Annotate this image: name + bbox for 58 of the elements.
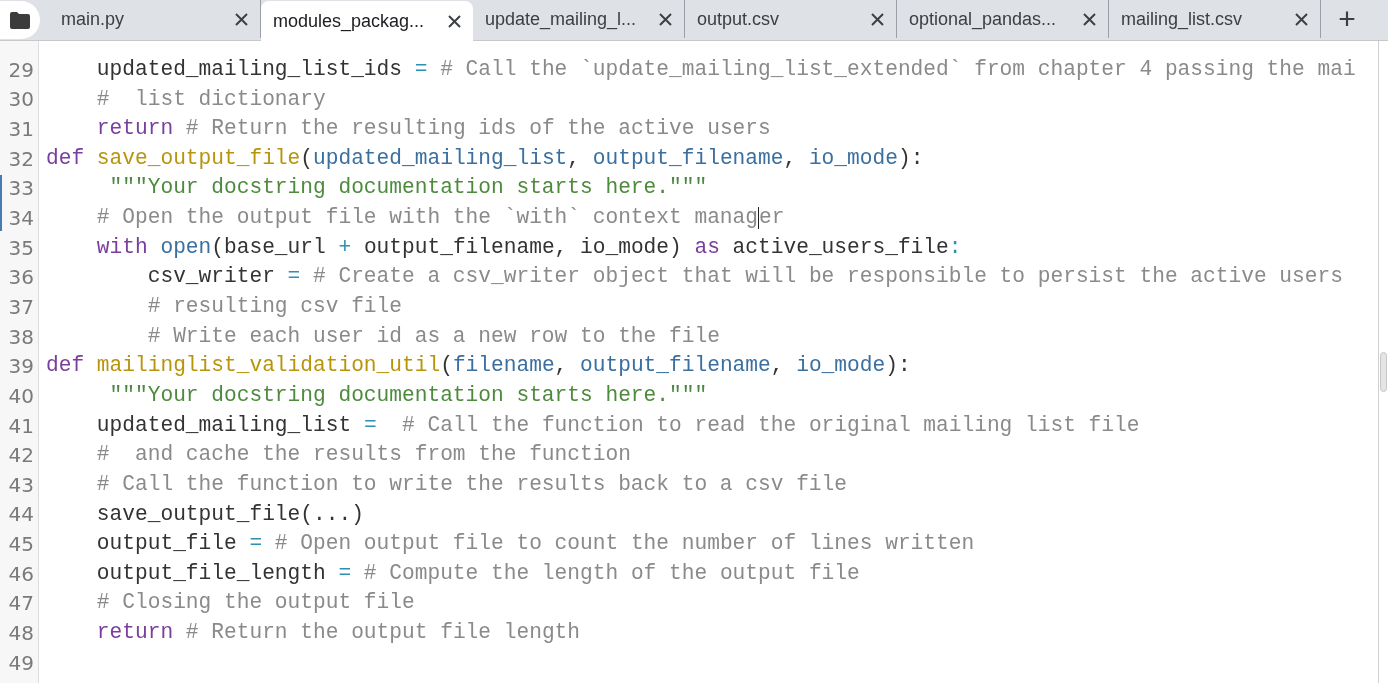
code-line: # and cache the results from the function	[95, 441, 631, 469]
code-line: """Your docstring documentation starts here."""	[108, 174, 708, 202]
code-line: # list dictionary	[95, 85, 326, 113]
close-icon[interactable]	[659, 12, 672, 26]
line-number: 44	[7, 501, 34, 529]
new-tab-button[interactable]: +	[1321, 0, 1373, 38]
code-line: """Your docstring documentation starts here."""	[108, 381, 708, 409]
line-number: 49	[7, 649, 34, 677]
line-number: 30	[7, 86, 34, 114]
close-icon[interactable]	[448, 14, 461, 28]
line-number: 39	[7, 353, 34, 381]
line-number: 35	[7, 234, 34, 262]
line-number: 42	[7, 442, 34, 470]
close-icon[interactable]	[1083, 12, 1096, 26]
code-line: output_file = # Open output file to count the number of lines written	[95, 530, 975, 558]
line-number: 36	[7, 264, 34, 292]
code-line: # Call the function to write the results back to a csv file	[95, 470, 848, 498]
text-cursor	[758, 206, 760, 229]
code-line: # Closing the output file	[95, 589, 415, 617]
line-number: 38	[7, 323, 34, 351]
line-number: 47	[7, 590, 34, 618]
code-line: def save_output_file(updated_mailing_list, output_filename, io_mode):	[46, 144, 924, 172]
code-line: # resulting csv file	[146, 293, 402, 321]
line-number: 34	[7, 205, 34, 233]
code-line: def mailinglist_validation_util(filename, output_filename, io_mode):	[46, 352, 911, 380]
code-line: save_output_file(...)	[95, 500, 364, 528]
line-number: 33	[7, 175, 34, 203]
code-line: updated_mailing_list_ids = # Call the `update_mailing_list_extended` from chapter 4 passing the mai	[95, 55, 1356, 83]
line-number: 40	[7, 382, 34, 410]
tab[interactable]: mailing_list.csv	[1109, 0, 1321, 38]
code-line: # Write each user id as a new row to the file	[146, 322, 720, 350]
change-marker	[0, 175, 2, 231]
tab[interactable]: modules_packag...	[261, 1, 473, 41]
scrollbar-thumb[interactable]	[1380, 352, 1387, 392]
close-icon[interactable]	[1295, 12, 1308, 26]
close-icon[interactable]	[871, 12, 884, 26]
line-number: 43	[7, 471, 34, 499]
code-line: csv_writer = # Create a csv_writer object that will be responsible to persist the active users	[146, 263, 1343, 291]
folder-button[interactable]	[0, 1, 40, 39]
line-number: 45	[7, 531, 34, 559]
line-number: 41	[7, 412, 34, 440]
code-line: with open(base_url + output_filename, io_mode) as active_users_file:	[95, 233, 962, 261]
code-line: return # Return the resulting ids of the active users	[95, 115, 771, 143]
line-number: 46	[7, 560, 34, 588]
code-line: output_file_length = # Compute the length of the output file	[95, 559, 860, 587]
line-number: 29	[7, 56, 34, 84]
tab[interactable]: optional_pandas...	[897, 0, 1109, 38]
tab[interactable]: output.csv	[685, 0, 897, 38]
line-number: 32	[7, 145, 34, 173]
line-number: 37	[7, 293, 34, 321]
close-icon[interactable]	[235, 12, 248, 26]
line-number: 48	[7, 620, 34, 647]
folder-icon	[10, 11, 30, 29]
code-line: return # Return the output file length	[95, 619, 581, 647]
tab[interactable]: update_mailing_l...	[473, 0, 685, 38]
line-number: 31	[7, 116, 34, 144]
code-line: # Open the output file with the `with` context manager	[95, 204, 785, 232]
code-line: updated_mailing_list = # Call the function to read the original mailing list file	[95, 411, 1140, 439]
